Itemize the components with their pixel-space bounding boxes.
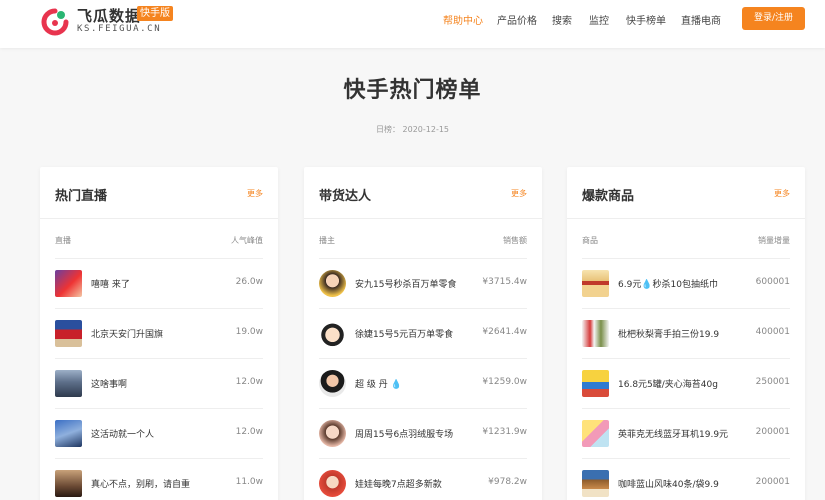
- list-item[interactable]: 娃娃每晚7点超多新款 ¥978.2w: [319, 458, 527, 500]
- list-item[interactable]: 真心不点，别刷，请自重 11.0w: [55, 458, 263, 500]
- more-link[interactable]: 更多: [511, 188, 527, 199]
- item-value: 200001: [755, 427, 790, 437]
- item-value: 12.0w: [235, 427, 263, 437]
- date-value: 2020-12-15: [402, 125, 450, 134]
- hot-live-panel: 热门直播 更多 直播 人气峰值 嘻嘻 来了 26.0w 北京天安门升国旗 19.…: [40, 167, 278, 500]
- panel-title: 带货达人: [319, 189, 372, 204]
- column-header-product: 商品: [582, 236, 598, 245]
- divider: [567, 218, 805, 219]
- column-header-sales: 销售额: [503, 236, 527, 245]
- list-item[interactable]: 安九15号秒杀百万单零食 ¥3715.4w: [319, 258, 527, 308]
- live-thumbnail: [55, 270, 82, 297]
- live-thumbnail: [55, 320, 82, 347]
- hot-products-panel: 爆款商品 更多 商品 销量增量 6.9元💧秒杀10包抽纸巾 600001 枇杷秋…: [567, 167, 805, 500]
- nav-monitor[interactable]: 监控: [589, 12, 609, 27]
- divider: [304, 218, 542, 219]
- date-label: 日榜：: [375, 125, 400, 134]
- login-register-button[interactable]: 登录/注册: [742, 7, 805, 30]
- logo-badge: 快手版: [137, 6, 173, 21]
- item-value: 26.0w: [235, 277, 263, 287]
- item-name: 这啥事啊: [91, 380, 128, 390]
- live-thumbnail: [55, 370, 82, 397]
- item-value: 11.0w: [235, 477, 263, 487]
- top-header: 飞瓜数据 快手版 KS.FEIGUA.CN 帮助中心 产品价格 搜索 监控 快手…: [0, 0, 825, 48]
- list-item[interactable]: 枇杷秋梨膏手拍三份19.9 400001: [582, 308, 790, 358]
- list-item[interactable]: 这活动就一个人 12.0w: [55, 408, 263, 458]
- more-link[interactable]: 更多: [247, 188, 263, 199]
- list-item[interactable]: 英菲克无线蓝牙耳机19.9元 200001: [582, 408, 790, 458]
- top-sellers-panel: 带货达人 更多 播主 销售额 安九15号秒杀百万单零食 ¥3715.4w 徐婕1…: [304, 167, 542, 500]
- item-value: 12.0w: [235, 377, 263, 387]
- list-item[interactable]: 徐婕15号5元百万单零食 ¥2641.4w: [319, 308, 527, 358]
- item-value: 200001: [755, 477, 790, 487]
- divider: [40, 218, 278, 219]
- item-name: 周周15号6点羽绒服专场: [355, 430, 454, 440]
- avatar: [319, 320, 346, 347]
- column-header-streamer: 播主: [319, 236, 335, 245]
- item-value: ¥1231.9w: [482, 427, 527, 437]
- item-value: 250001: [755, 377, 790, 387]
- panel-title: 爆款商品: [582, 189, 635, 204]
- nav-live-ecommerce[interactable]: 直播电商: [681, 12, 721, 27]
- list-item[interactable]: 周周15号6点羽绒服专场 ¥1231.9w: [319, 408, 527, 458]
- list-item[interactable]: 16.8元5罐/夹心海苔40g 250001: [582, 358, 790, 408]
- item-name: 6.9元💧秒杀10包抽纸巾: [618, 280, 718, 290]
- nav-kuaishou-rankings[interactable]: 快手榜单: [626, 12, 666, 27]
- panel-title: 热门直播: [55, 189, 108, 204]
- item-name: 超 级 丹 💧: [355, 380, 402, 390]
- product-thumbnail: [582, 320, 609, 347]
- item-name: 嘻嘻 来了: [91, 280, 130, 290]
- item-value: 400001: [755, 327, 790, 337]
- item-name: 英菲克无线蓝牙耳机19.9元: [618, 430, 729, 440]
- page-title: 快手热门榜单: [343, 78, 482, 103]
- item-name: 徐婕15号5元百万单零食: [355, 330, 454, 340]
- logo-domain: KS.FEIGUA.CN: [77, 24, 162, 34]
- product-thumbnail: [582, 420, 609, 447]
- avatar: [319, 270, 346, 297]
- date-line: 日榜： 2020-12-15: [0, 124, 825, 135]
- nav-search[interactable]: 搜索: [552, 12, 572, 27]
- list-item[interactable]: 嘻嘻 来了 26.0w: [55, 258, 263, 308]
- list-item[interactable]: 这啥事啊 12.0w: [55, 358, 263, 408]
- item-name: 安九15号秒杀百万单零食: [355, 280, 457, 290]
- item-name: 真心不点，别刷，请自重: [91, 480, 191, 490]
- product-thumbnail: [582, 370, 609, 397]
- item-name: 娃娃每晚7点超多新款: [355, 480, 442, 490]
- avatar: [319, 470, 346, 497]
- list-item[interactable]: 咖啡蓝山风味40条/袋9.9 200001: [582, 458, 790, 500]
- live-thumbnail: [55, 470, 82, 497]
- item-name: 北京天安门升国旗: [91, 330, 164, 340]
- item-name: 这活动就一个人: [91, 430, 155, 440]
- item-value: ¥2641.4w: [482, 327, 527, 337]
- more-link[interactable]: 更多: [774, 188, 790, 199]
- item-value: ¥3715.4w: [482, 277, 527, 287]
- item-name: 16.8元5罐/夹心海苔40g: [618, 380, 718, 390]
- column-header-peak: 人气峰值: [231, 236, 263, 245]
- column-header-live: 直播: [55, 236, 71, 245]
- list-item[interactable]: 6.9元💧秒杀10包抽纸巾 600001: [582, 258, 790, 308]
- list-item[interactable]: 北京天安门升国旗 19.0w: [55, 308, 263, 358]
- list-item[interactable]: 超 级 丹 💧 ¥1259.0w: [319, 358, 527, 408]
- item-value: ¥978.2w: [488, 477, 527, 487]
- item-name: 咖啡蓝山风味40条/袋9.9: [618, 480, 719, 490]
- feigua-logo-icon[interactable]: [40, 7, 70, 37]
- avatar: [319, 420, 346, 447]
- nav-help-center[interactable]: 帮助中心: [443, 12, 483, 27]
- column-header-sales-increase: 销量增量: [758, 236, 790, 245]
- product-thumbnail: [582, 470, 609, 497]
- item-value: 600001: [755, 277, 790, 287]
- item-name: 枇杷秋梨膏手拍三份19.9: [618, 330, 720, 340]
- item-value: ¥1259.0w: [482, 377, 527, 387]
- product-thumbnail: [582, 270, 609, 297]
- avatar: [319, 370, 346, 397]
- item-value: 19.0w: [235, 327, 263, 337]
- logo-title: 飞瓜数据: [77, 7, 142, 25]
- live-thumbnail: [55, 420, 82, 447]
- nav-pricing[interactable]: 产品价格: [497, 12, 537, 27]
